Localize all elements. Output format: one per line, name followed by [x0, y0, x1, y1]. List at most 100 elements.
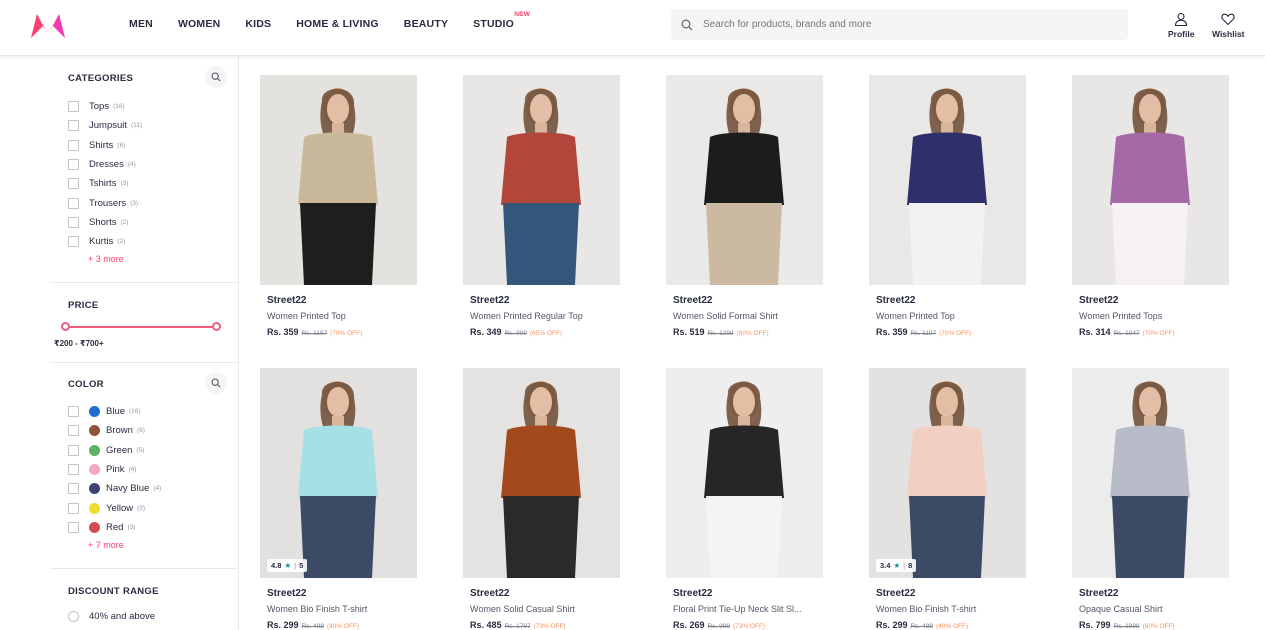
color-checkbox[interactable] — [68, 444, 79, 456]
color-option[interactable]: Brown (6) — [68, 421, 238, 440]
profile-label: Profile — [1168, 29, 1195, 39]
category-checkbox[interactable] — [68, 216, 79, 228]
product-price: Rs. 359 Rs. 1197 (70% OFF) — [869, 327, 1026, 337]
category-count: (2) — [120, 218, 129, 226]
product-card[interactable]: 3.4 ★ | 8 Street22 Women Bio Finish T-shirt Rs… — [869, 368, 1026, 630]
discount-radio[interactable] — [68, 611, 79, 623]
product-card[interactable]: Street22 Women Printed Tops Rs. 314 Rs. 104… — [1072, 75, 1229, 337]
product-brand: Street22 — [470, 295, 510, 306]
category-count: (11) — [131, 122, 143, 130]
main-nav: MEN WOMEN KIDS HOME & LIVING BEAUTY STUD… — [129, 0, 539, 48]
color-checkbox[interactable] — [68, 521, 79, 533]
category-checkbox[interactable] — [68, 197, 79, 209]
price-mrp: Rs. 1197 — [910, 330, 937, 337]
category-label: Trousers — [89, 197, 127, 209]
category-checkbox[interactable] — [68, 120, 79, 132]
product-image[interactable]: 4.8 ★ | 5 — [260, 368, 417, 578]
color-checkbox[interactable] — [68, 502, 79, 514]
color-search-icon[interactable] — [205, 372, 227, 394]
category-search-icon[interactable] — [205, 66, 227, 88]
product-image[interactable] — [869, 75, 1026, 285]
nav-beauty[interactable]: BEAUTY — [404, 18, 448, 30]
category-checkbox[interactable] — [68, 159, 79, 171]
category-option[interactable]: Trousers (3) — [68, 193, 238, 212]
rating-badge: 4.8 ★ | 5 — [267, 559, 308, 572]
product-brand: Street22 — [1079, 295, 1119, 306]
color-checkbox[interactable] — [68, 406, 79, 418]
categories-more-link[interactable]: + 3 more — [68, 254, 238, 264]
model-silhouette — [1110, 88, 1190, 285]
discount-option-40[interactable]: 40% and above — [68, 607, 238, 626]
color-option[interactable]: Red (3) — [68, 518, 238, 537]
category-option[interactable]: Dresses (4) — [68, 155, 238, 174]
nav-kids[interactable]: KIDS — [245, 18, 271, 30]
category-option[interactable]: Tshirts (3) — [68, 174, 238, 193]
product-image[interactable] — [463, 75, 620, 285]
color-checkbox[interactable] — [68, 464, 79, 476]
discount-percent: (60% OFF) — [736, 330, 769, 337]
nav-studio[interactable]: STUDIO NEW — [473, 11, 530, 30]
nav-women[interactable]: WOMEN — [178, 18, 220, 30]
price-slider[interactable] — [61, 321, 221, 333]
product-card[interactable]: Street22 Women Solid Casual Shirt Rs. 485 R… — [463, 368, 620, 630]
search-input[interactable] — [703, 19, 1103, 30]
product-name: Women Printed Top — [876, 311, 955, 321]
product-image[interactable] — [666, 368, 823, 578]
product-price: Rs. 349 Rs. 999 (65% OFF) — [463, 327, 620, 337]
product-card[interactable]: Street22 Women Solid Formal Shirt Rs. 519 R… — [666, 75, 823, 337]
category-option[interactable]: Shirts (6) — [68, 136, 238, 155]
product-image[interactable] — [463, 368, 620, 578]
color-swatch — [89, 521, 100, 533]
profile-button[interactable]: Profile — [1168, 12, 1194, 39]
search-icon[interactable] — [671, 9, 703, 40]
top-header: MEN WOMEN KIDS HOME & LIVING BEAUTY STUD… — [0, 0, 1265, 56]
price-title: PRICE — [68, 300, 99, 311]
color-more-link[interactable]: + 7 more — [68, 540, 238, 550]
price-slider-track — [65, 326, 217, 328]
product-card[interactable]: Street22 Women Printed Regular Top Rs. 349… — [463, 75, 620, 337]
product-price: Rs. 485 Rs. 1797 (73% OFF) — [463, 620, 620, 630]
myntra-logo[interactable] — [29, 12, 67, 40]
product-card[interactable]: 4.8 ★ | 5 Street22 Women Bio Finish T-shirt Rs… — [260, 368, 417, 630]
category-count: (4) — [127, 161, 136, 169]
categories-filter: CATEGORIES Tops (16) Jumpsuit (11) Shirts (6)… — [50, 57, 238, 283]
color-checkbox[interactable] — [68, 425, 79, 437]
color-option[interactable]: Green (5) — [68, 441, 238, 460]
category-option[interactable]: Jumpsuit (11) — [68, 116, 238, 135]
product-image[interactable] — [1072, 75, 1229, 285]
wishlist-button[interactable]: Wishlist — [1212, 12, 1245, 39]
category-checkbox[interactable] — [68, 101, 79, 113]
category-count: (3) — [130, 199, 139, 207]
product-card[interactable]: Street22 Floral Print Tie-Up Neck Slit Sl… — [666, 368, 823, 630]
discount-filter: DISCOUNT RANGE 40% and above — [50, 569, 238, 626]
product-image[interactable] — [1072, 368, 1229, 578]
category-checkbox[interactable] — [68, 178, 79, 190]
product-image[interactable] — [666, 75, 823, 285]
category-option[interactable]: Kurtis (2) — [68, 232, 238, 251]
category-checkbox[interactable] — [68, 236, 79, 248]
product-image[interactable]: 3.4 ★ | 8 — [869, 368, 1026, 578]
color-checkbox[interactable] — [68, 483, 79, 495]
color-label: Brown — [106, 425, 133, 437]
model-silhouette — [501, 88, 581, 285]
discount-percent: (70% OFF) — [1142, 330, 1175, 337]
color-option[interactable]: Blue (16) — [68, 402, 238, 421]
product-card[interactable]: Street22 Women Printed Top Rs. 359 Rs. 1197… — [260, 75, 417, 337]
price-max-handle[interactable] — [212, 322, 221, 331]
category-option[interactable]: Tops (16) — [68, 97, 238, 116]
color-option[interactable]: Navy Blue (4) — [68, 479, 238, 498]
category-checkbox[interactable] — [68, 139, 79, 151]
product-card[interactable]: Street22 Women Printed Top Rs. 359 Rs. 1197… — [869, 75, 1026, 337]
product-image[interactable] — [260, 75, 417, 285]
nav-men[interactable]: MEN — [129, 18, 153, 30]
price-min-handle[interactable] — [61, 322, 70, 331]
category-option[interactable]: Shorts (2) — [68, 213, 238, 232]
product-card[interactable]: Street22 Opaque Casual Shirt Rs. 799 Rs. 19… — [1072, 368, 1229, 630]
color-option[interactable]: Pink (4) — [68, 460, 238, 479]
color-option[interactable]: Yellow (3) — [68, 498, 238, 517]
new-badge: NEW — [514, 11, 531, 18]
model-silhouette — [298, 88, 378, 285]
color-label: Yellow — [106, 502, 134, 514]
nav-home-living[interactable]: HOME & LIVING — [296, 18, 379, 30]
rating-value: 4.8 — [271, 561, 282, 570]
